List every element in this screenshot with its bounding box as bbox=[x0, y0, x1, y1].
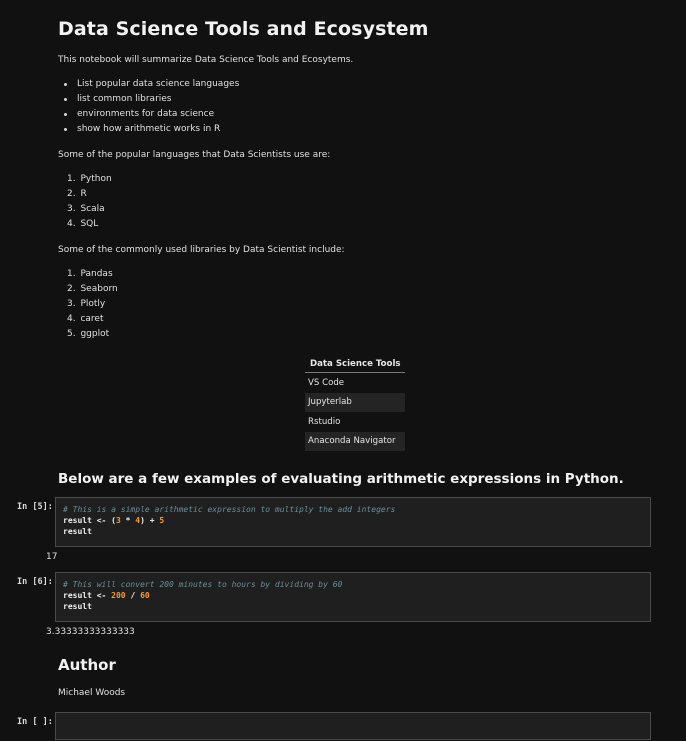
table-row: Rstudio bbox=[305, 412, 405, 432]
list-item: environments for data science bbox=[58, 107, 239, 122]
list-item: 3. Scala bbox=[67, 204, 105, 214]
code-line: result bbox=[63, 602, 92, 611]
table-header: Data Science Tools bbox=[305, 355, 405, 373]
code-line: result <- 200 / 60 bbox=[63, 591, 150, 600]
libraries-intro: Some of the commonly used libraries by D… bbox=[58, 245, 345, 255]
objectives-list: List popular data science languages list… bbox=[58, 77, 239, 137]
code-comment: # This will convert 200 minutes to hours… bbox=[63, 580, 343, 589]
list-item: 4. caret bbox=[67, 314, 104, 324]
author-name: Michael Woods bbox=[58, 688, 125, 698]
cell-output: 17 bbox=[46, 552, 58, 562]
library-name: Seaborn bbox=[80, 284, 118, 294]
cell-prompt: In [5]: bbox=[17, 502, 53, 512]
libraries-list: 1. Pandas 2. Seaborn 3. Plotly 4. caret … bbox=[58, 267, 118, 342]
table-row: Jupyterlab bbox=[305, 392, 405, 412]
language-name: R bbox=[80, 189, 87, 199]
library-name: caret bbox=[80, 314, 104, 324]
list-item: 5. ggplot bbox=[67, 329, 110, 339]
author-name-text: Michael Woods bbox=[58, 688, 126, 698]
table-cell: VS Code bbox=[308, 377, 345, 388]
libraries-intro-text: Some of the commonly used libraries by D… bbox=[58, 245, 345, 255]
languages-intro-text: Some of the popular languages that Data … bbox=[58, 150, 331, 160]
table-cell: Anaconda Navigator bbox=[305, 431, 405, 451]
code-line: result <- (3 * 4) + 5 bbox=[63, 516, 165, 525]
code-editor[interactable]: # This will convert 200 minutes to hours… bbox=[56, 573, 650, 612]
code-editor[interactable]: # This is a simple arithmetic expression… bbox=[56, 498, 650, 537]
list-item: 1. Pandas bbox=[67, 269, 113, 279]
arithmetic-heading: Below are a few examples of evaluating a… bbox=[58, 471, 624, 487]
language-name: Python bbox=[80, 174, 112, 184]
table-row: Anaconda Navigator bbox=[305, 431, 405, 451]
tools-table: Data Science Tools VS Code Jupyterlab Rs… bbox=[305, 355, 405, 451]
list-item: 2. Seaborn bbox=[67, 284, 118, 294]
language-name: SQL bbox=[80, 219, 99, 229]
table-cell: Rstudio bbox=[308, 416, 341, 427]
intro-paragraph: This notebook will summarize Data Scienc… bbox=[58, 55, 353, 65]
table-row: VS Code bbox=[305, 373, 405, 393]
list-item: 3. Plotly bbox=[67, 299, 106, 309]
table-cell: Jupyterlab bbox=[305, 392, 405, 412]
notebook-title: Data Science Tools and Ecosystem bbox=[58, 18, 429, 40]
code-line: result bbox=[63, 527, 92, 536]
empty-code-cell[interactable] bbox=[55, 712, 651, 740]
library-name: Plotly bbox=[80, 299, 106, 309]
intro-text: This notebook will summarize Data Scienc… bbox=[58, 55, 354, 65]
cell-output: 3.33333333333333 bbox=[46, 627, 135, 637]
list-item: 1. Python bbox=[67, 174, 112, 184]
title-heading: Data Science Tools and Ecosystem bbox=[58, 18, 429, 40]
list-item: 2. R bbox=[67, 189, 87, 199]
arithmetic-heading-text: Below are a few examples of evaluating a… bbox=[58, 471, 624, 487]
cell-prompt: In [6]: bbox=[17, 577, 53, 587]
language-name: Scala bbox=[80, 204, 105, 214]
languages-list: 1. Python 2. R 3. Scala 4. SQL bbox=[58, 172, 112, 232]
cell-prompt: In [ ]: bbox=[17, 717, 53, 727]
list-item: show how arithmetic works in R bbox=[58, 122, 239, 137]
list-item: List popular data science languages bbox=[58, 77, 239, 92]
code-cell[interactable]: # This will convert 200 minutes to hours… bbox=[55, 572, 651, 622]
list-item: 4. SQL bbox=[67, 219, 99, 229]
list-item: list common libraries bbox=[58, 92, 239, 107]
code-comment: # This is a simple arithmetic expression… bbox=[63, 505, 396, 514]
languages-intro: Some of the popular languages that Data … bbox=[58, 150, 330, 160]
library-name: ggplot bbox=[80, 329, 110, 339]
author-heading: Author bbox=[58, 656, 116, 674]
code-cell[interactable]: # This is a simple arithmetic expression… bbox=[55, 497, 651, 547]
library-name: Pandas bbox=[80, 269, 113, 279]
author-heading-text: Author bbox=[58, 656, 116, 674]
